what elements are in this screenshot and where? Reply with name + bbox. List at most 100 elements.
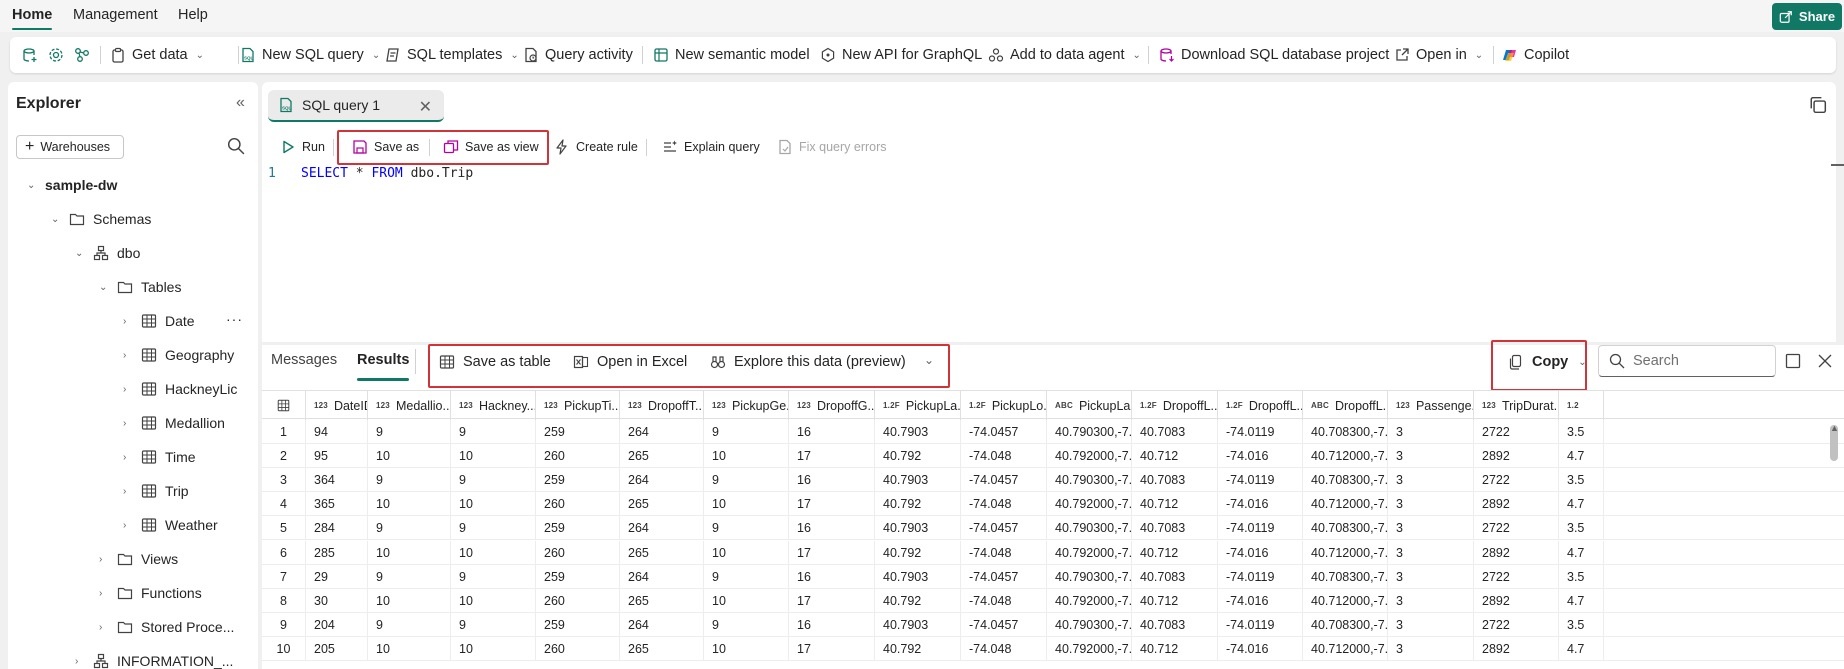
table-icon (141, 484, 157, 498)
sql-templates-button[interactable]: SQL templates ⌄ (385, 37, 519, 73)
share-button[interactable]: Share (1772, 3, 1842, 30)
column-type-badge: 1.2 (1567, 401, 1579, 410)
download-project-button[interactable]: Download SQL database project (1159, 37, 1389, 73)
table-row[interactable]: 10 205 10 10 260 265 10 17 40.792 -74.048 40.79200… (262, 636, 1844, 661)
new-semantic-model-button[interactable]: New semantic model (653, 37, 810, 73)
column-header[interactable]: ABC DropoffL... (1303, 391, 1388, 420)
settings-button[interactable] (48, 37, 64, 73)
close-icon[interactable] (1817, 353, 1833, 369)
tree-item-stored-procedures[interactable]: › Stored Proce... (99, 613, 234, 641)
table-cell: 40.790300,-7... (1047, 420, 1132, 444)
tab-management[interactable]: Management (73, 7, 158, 23)
scroll-up-icon[interactable]: ▲ (1830, 423, 1839, 433)
clipboard-icon (112, 47, 124, 63)
get-data-button[interactable]: Get data ⌄ (110, 37, 204, 73)
tab-results[interactable]: Results (357, 352, 410, 381)
tree-item-table[interactable]: › Weather (123, 511, 218, 539)
column-header[interactable]: 1.2F PickupLa... (875, 391, 961, 420)
close-icon[interactable]: ✕ (419, 97, 432, 117)
column-header[interactable]: 123 PickupTi... (536, 391, 620, 420)
query-activity-button[interactable]: Query activity (523, 37, 633, 73)
warehouses-label: Warehouses (40, 140, 111, 154)
new-api-graphql-label: New API for GraphQL (842, 47, 983, 63)
query-tab[interactable]: SQL SQL query 1 ✕ (268, 90, 444, 122)
activity-icon (525, 47, 537, 63)
chevron-down-icon: ⌄ (1474, 49, 1484, 61)
maximize-icon[interactable] (1785, 353, 1801, 369)
column-header[interactable]: 123 DateID (306, 391, 368, 420)
tab-help[interactable]: Help (178, 7, 208, 23)
tree-item-tables[interactable]: ⌄ Tables (99, 273, 181, 301)
table-cell: 40.7083 (1132, 420, 1218, 444)
add-to-data-agent-button[interactable]: Add to data agent ⌄ (988, 37, 1141, 73)
table-row[interactable]: 2 95 10 10 260 265 10 17 40.792 -74.048 40.792000,… (262, 444, 1844, 469)
table-cell: 259 (536, 420, 620, 444)
new-sql-query-button[interactable]: SQL New SQL query ⌄ (240, 37, 380, 73)
run-button[interactable]: Run (280, 136, 325, 158)
table-row[interactable]: 6 285 10 10 260 265 10 17 40.792 -74.048 40.792000… (262, 540, 1844, 565)
tab-messages[interactable]: Messages (271, 352, 337, 368)
column-header[interactable]: 123 Hackney... (451, 391, 536, 420)
chevron-right-icon: › (123, 417, 127, 429)
tree-item-table[interactable]: › Geography (123, 341, 234, 369)
table-row[interactable]: 7 29 9 9 259 264 9 16 40.7903 -74.0457 40.790300,-… (262, 564, 1844, 589)
column-header[interactable]: ABC PickupLa... (1047, 391, 1132, 420)
table-cell: 9 (451, 612, 536, 637)
tree-item-functions[interactable]: › Functions (99, 579, 202, 607)
fix-query-errors-button[interactable]: Fix query errors (777, 136, 887, 158)
connections-button[interactable] (74, 37, 90, 73)
table-cell: 3.5 (1559, 564, 1604, 589)
column-header[interactable]: 1.2 (1559, 391, 1604, 420)
table-row[interactable]: 8 30 10 10 260 265 10 17 40.792 -74.048 40.792000,… (262, 588, 1844, 613)
column-header[interactable]: 123 Medallio... (368, 391, 451, 420)
table-cell: 9 (451, 564, 536, 589)
tree-item-dbo[interactable]: ⌄ dbo (75, 239, 140, 267)
tree-item-table[interactable]: › Date ··· (123, 307, 242, 335)
table-row[interactable]: 1 94 9 9 259 264 9 16 40.7903 -74.0457 40.790300,-… (262, 420, 1844, 444)
tree-item-table[interactable]: › Trip (123, 477, 189, 505)
lightning-icon (556, 139, 567, 155)
table-row[interactable]: 5 284 9 9 259 264 9 16 40.7903 -74.0457 40.790300,… (262, 516, 1844, 541)
tree-item-table[interactable]: › HackneyLic (123, 375, 237, 403)
new-api-graphql-button[interactable]: New API for GraphQL (820, 37, 982, 73)
open-in-button[interactable]: Open in ⌄ (1394, 37, 1483, 73)
code-editor-line[interactable]: 1 SELECT * FROM dbo.Trip (262, 164, 1836, 184)
copilot-button[interactable]: Copilot (1502, 37, 1569, 73)
tree-item-warehouse[interactable]: ⌄ sample-dw (27, 171, 117, 199)
table-row[interactable]: 3 364 9 9 259 264 9 16 40.7903 -74.0457 40.790300,… (262, 468, 1844, 493)
table-cell: 40.712000,-7... (1303, 540, 1388, 565)
new-item-button[interactable] (22, 37, 38, 73)
add-warehouses-button[interactable]: + Warehouses (16, 135, 124, 159)
table-cell: 9 (704, 468, 789, 493)
table-row[interactable]: 4 365 10 10 260 265 10 17 40.792 -74.048 40.792000… (262, 492, 1844, 517)
column-header[interactable]: 123 TripDurat... (1474, 391, 1559, 420)
column-header[interactable]: 1.2F DropoffL... (1218, 391, 1303, 420)
column-header[interactable]: 123 DropoffG... (789, 391, 875, 420)
create-rule-button[interactable]: Create rule (554, 136, 638, 158)
table-cell: -74.016 (1218, 444, 1303, 469)
table-row[interactable]: 9 204 9 9 259 264 9 16 40.7903 -74.0457 40.790300,… (262, 612, 1844, 637)
explain-query-button[interactable]: Explain query (662, 136, 760, 158)
column-header[interactable]: 1.2F DropoffL... (1132, 391, 1218, 420)
tree-item-views[interactable]: › Views (99, 545, 178, 573)
duplicate-icon[interactable] (1809, 96, 1827, 114)
row-number: 5 (262, 516, 306, 541)
column-header[interactable]: 1.2F PickupLo... (961, 391, 1047, 420)
column-header[interactable]: 123 Passenge... (1388, 391, 1474, 420)
download-project-label: Download SQL database project (1181, 47, 1390, 63)
column-header[interactable]: 123 DropoffT... (620, 391, 704, 420)
more-options-icon[interactable]: ··· (226, 311, 243, 327)
tree-item-table[interactable]: › Medallion (123, 409, 225, 437)
column-header[interactable]: 123 PickupGe... (704, 391, 789, 420)
tab-home[interactable]: Home (12, 7, 53, 30)
tree-item-schemas[interactable]: ⌄ Schemas (51, 205, 151, 233)
table-cell: 259 (536, 612, 620, 637)
select-all-icon[interactable] (262, 391, 306, 420)
results-search-input[interactable]: Search (1598, 345, 1776, 377)
chevron-down-icon: ⌄ (99, 281, 108, 293)
row-number: 7 (262, 564, 306, 589)
collapse-panel-icon[interactable]: « (236, 94, 245, 112)
tree-item-information-schema[interactable]: › INFORMATION_... (75, 647, 233, 669)
tree-item-table[interactable]: › Time (123, 443, 196, 471)
search-icon[interactable] (227, 137, 245, 155)
